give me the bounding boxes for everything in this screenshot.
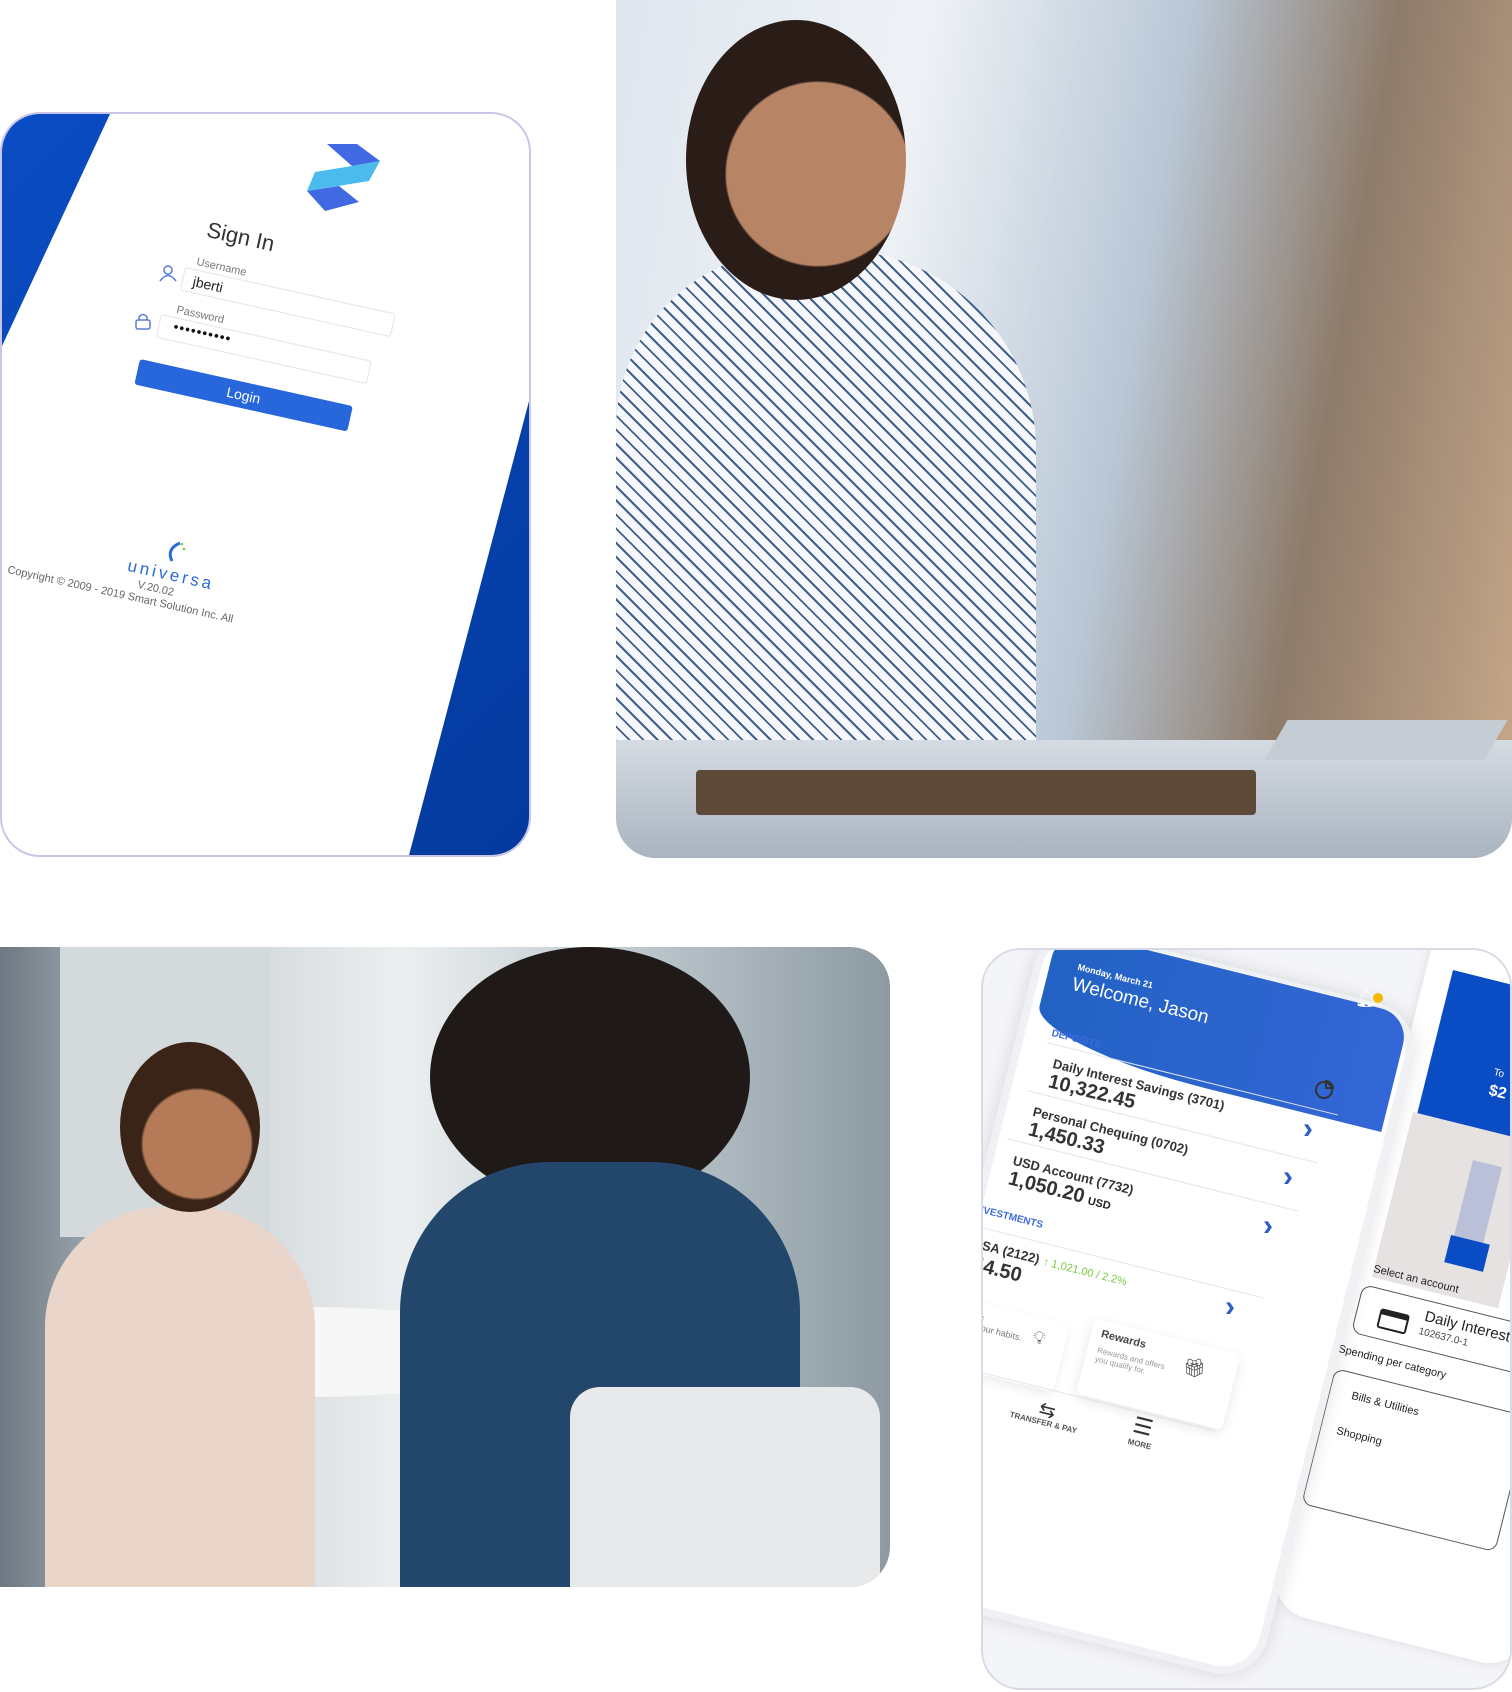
lightbulb-icon: 💡︎ (1033, 1328, 1046, 1348)
notification-dot (1373, 993, 1383, 1003)
chevron-right-icon[interactable]: › (1263, 1209, 1273, 1243)
app-logo-icon (307, 144, 380, 211)
gift-icon: 🎁︎ (1183, 1358, 1206, 1378)
chevron-right-icon[interactable]: › (1303, 1112, 1313, 1146)
username-value: jberti (191, 273, 225, 296)
sign-in-title: Sign In (204, 217, 277, 257)
chevron-right-icon[interactable]: › (1225, 1290, 1235, 1324)
pie-chart-icon[interactable] (1313, 1078, 1337, 1100)
photo-two-women-meeting (0, 947, 890, 1587)
user-icon (159, 265, 177, 282)
total-label: To (1492, 1067, 1506, 1081)
mobile-banking-mockup-card: To $2 Select an account Daily Interest 1… (981, 948, 1512, 1690)
photo-woman-using-phone-and-laptop (616, 0, 1512, 858)
chevron-right-icon[interactable]: › (1283, 1160, 1293, 1194)
lock-icon (135, 313, 151, 330)
password-value: •••••••••• (171, 318, 234, 347)
login-screen-card: Sign In Username jberti Password •••••••… (0, 112, 531, 857)
account-currency: USD (1086, 1195, 1112, 1213)
universa-swirl-icon (168, 541, 186, 562)
blue-corner-decoration (408, 386, 529, 855)
